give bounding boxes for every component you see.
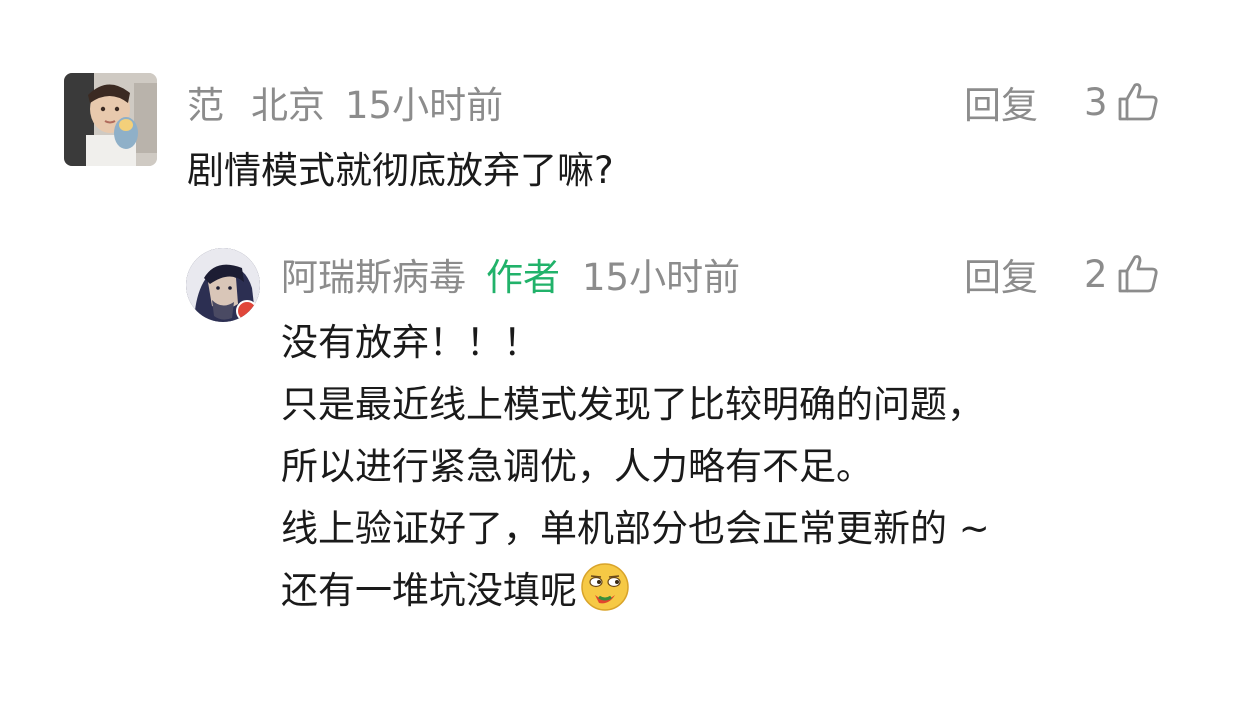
reply-line: 线上验证好了，单机部分也会正常更新的 ~	[281, 507, 990, 550]
reply-line: 没有放弃！！！	[281, 321, 540, 364]
reply-like-count: 2	[1084, 252, 1108, 296]
reply-text: 没有放弃！！！ 只是最近线上模式发现了比较明确的问题， 所以进行紧急调优，人力略…	[281, 312, 990, 622]
comment-text-content: 剧情模式就彻底放弃了嘛?	[187, 149, 614, 192]
comment-meta: 范 北京 15小时前	[187, 79, 503, 127]
reply-button[interactable]: 回复	[964, 75, 1038, 129]
smirk-emoji-icon	[579, 561, 631, 613]
thumbs-up-icon[interactable]	[1116, 252, 1160, 296]
reply-meta: 阿瑞斯病毒 作者 15小时前	[281, 251, 740, 299]
avatar-photo	[64, 73, 157, 166]
avatar[interactable]	[64, 73, 157, 166]
reply-line: 只是最近线上模式发现了比较明确的问题，	[281, 383, 984, 426]
reply-avatar[interactable]	[186, 248, 260, 322]
comment-item: 范 北京 15小时前 回复 3 剧情模式就彻底放弃了嘛?	[0, 0, 1239, 230]
like-count: 3	[1084, 80, 1108, 124]
reply-username[interactable]: 阿瑞斯病毒	[281, 247, 466, 301]
reply-line-last: 还有一堆坑没填呢	[281, 560, 990, 622]
comment-text: 剧情模式就彻底放弃了嘛?	[187, 140, 614, 202]
reply-item: 阿瑞斯病毒 作者 15小时前 回复 2 没有放弃！！！ 只是最近线上模式发现了比…	[0, 230, 1239, 701]
comment-username[interactable]: 范	[187, 75, 224, 129]
comment-location: 北京	[251, 84, 325, 127]
comment-actions: 回复 3	[964, 79, 1160, 127]
reply-line: 所以进行紧急调优，人力略有不足。	[281, 445, 873, 488]
reply-reply-button[interactable]: 回复	[964, 247, 1038, 301]
reply-time: 15小时前	[582, 256, 741, 299]
comment-time: 15小时前	[345, 84, 504, 127]
author-badge: 作者	[486, 256, 560, 299]
level-badge-icon	[236, 300, 258, 322]
reply-line-text: 还有一堆坑没填呢	[281, 569, 577, 612]
thumbs-up-icon[interactable]	[1116, 80, 1160, 124]
reply-actions: 回复 2	[964, 251, 1160, 299]
